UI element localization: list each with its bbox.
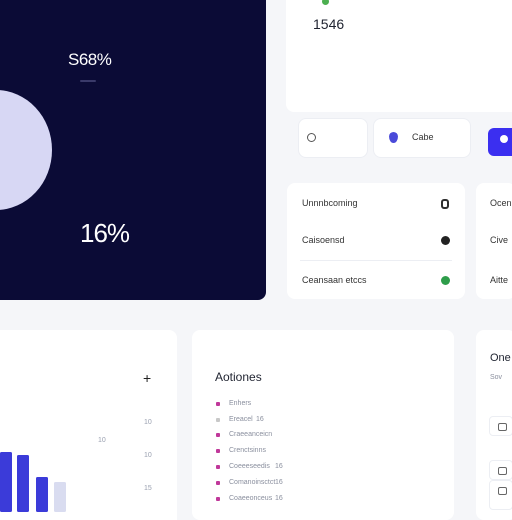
- action-icon: [216, 402, 220, 406]
- hero-value-bottom: 16%: [80, 218, 130, 248]
- action-count: 16: [275, 479, 283, 486]
- cabe-button[interactable]: Cabe: [373, 118, 471, 158]
- action-label[interactable]: Comanoinsctct: [229, 479, 275, 486]
- actions-title: Aotiones: [215, 370, 262, 384]
- side-label: Ocen: [490, 198, 512, 208]
- hero-underline: [80, 80, 96, 82]
- drop-icon: [389, 132, 398, 143]
- tick-label: 10: [144, 419, 152, 426]
- stat-value: 1546: [313, 16, 345, 32]
- hero-panel: [0, 0, 266, 300]
- tag-icon[interactable]: [489, 460, 512, 480]
- refresh-button[interactable]: [298, 118, 368, 158]
- doc-icon[interactable]: [489, 480, 512, 510]
- action-icon: [216, 433, 220, 437]
- status-icon[interactable]: [441, 236, 450, 245]
- chart-bar: [54, 482, 66, 512]
- list-item-label: Unnnbcoming: [302, 198, 358, 208]
- action-count: 16: [275, 463, 283, 470]
- list-item-label: Caisoensd: [302, 235, 345, 245]
- action-icon: [216, 497, 220, 501]
- tick-label: 10: [98, 437, 106, 444]
- actions-card: [192, 330, 454, 520]
- tick-label: 10: [144, 452, 152, 459]
- action-label[interactable]: Coeeeseedis: [229, 463, 270, 470]
- status-icon[interactable]: [441, 199, 449, 209]
- chat-icon[interactable]: [489, 416, 512, 436]
- action-label[interactable]: Enhers: [229, 400, 251, 407]
- refresh-icon: [307, 133, 316, 142]
- action-icon: [216, 465, 220, 469]
- chart-bar: [36, 477, 48, 512]
- chart-bar: [17, 455, 29, 512]
- hero-value-top: S68%: [68, 50, 112, 69]
- list-item-label: Ceansaan etccs: [302, 275, 367, 285]
- action-label[interactable]: Craeeanceicn: [229, 431, 272, 438]
- list-divider: [300, 260, 452, 261]
- action-count: 16: [256, 416, 264, 423]
- action-label[interactable]: Ereacel: [229, 416, 253, 423]
- action-count: 16: [275, 495, 283, 502]
- add-button[interactable]: +: [143, 370, 151, 386]
- cabe-button-label: Cabe: [412, 132, 434, 142]
- side-label: Aitte: [490, 275, 509, 285]
- action-icon: [216, 449, 220, 453]
- hero-circle: [0, 90, 52, 210]
- action-label[interactable]: Coaeeonceus: [229, 495, 272, 502]
- user-icon: [500, 135, 508, 143]
- right-title: One: [490, 352, 511, 364]
- right-subtitle: Sov: [490, 374, 503, 381]
- side-label: Cive: [490, 235, 509, 245]
- status-icon[interactable]: [441, 276, 450, 285]
- action-label[interactable]: Crenctsinns: [229, 447, 266, 454]
- tick-label: 15: [144, 485, 152, 492]
- chart-bar: [0, 452, 12, 512]
- user-button[interactable]: [488, 128, 512, 156]
- action-icon: [216, 418, 220, 422]
- action-icon: [216, 481, 220, 485]
